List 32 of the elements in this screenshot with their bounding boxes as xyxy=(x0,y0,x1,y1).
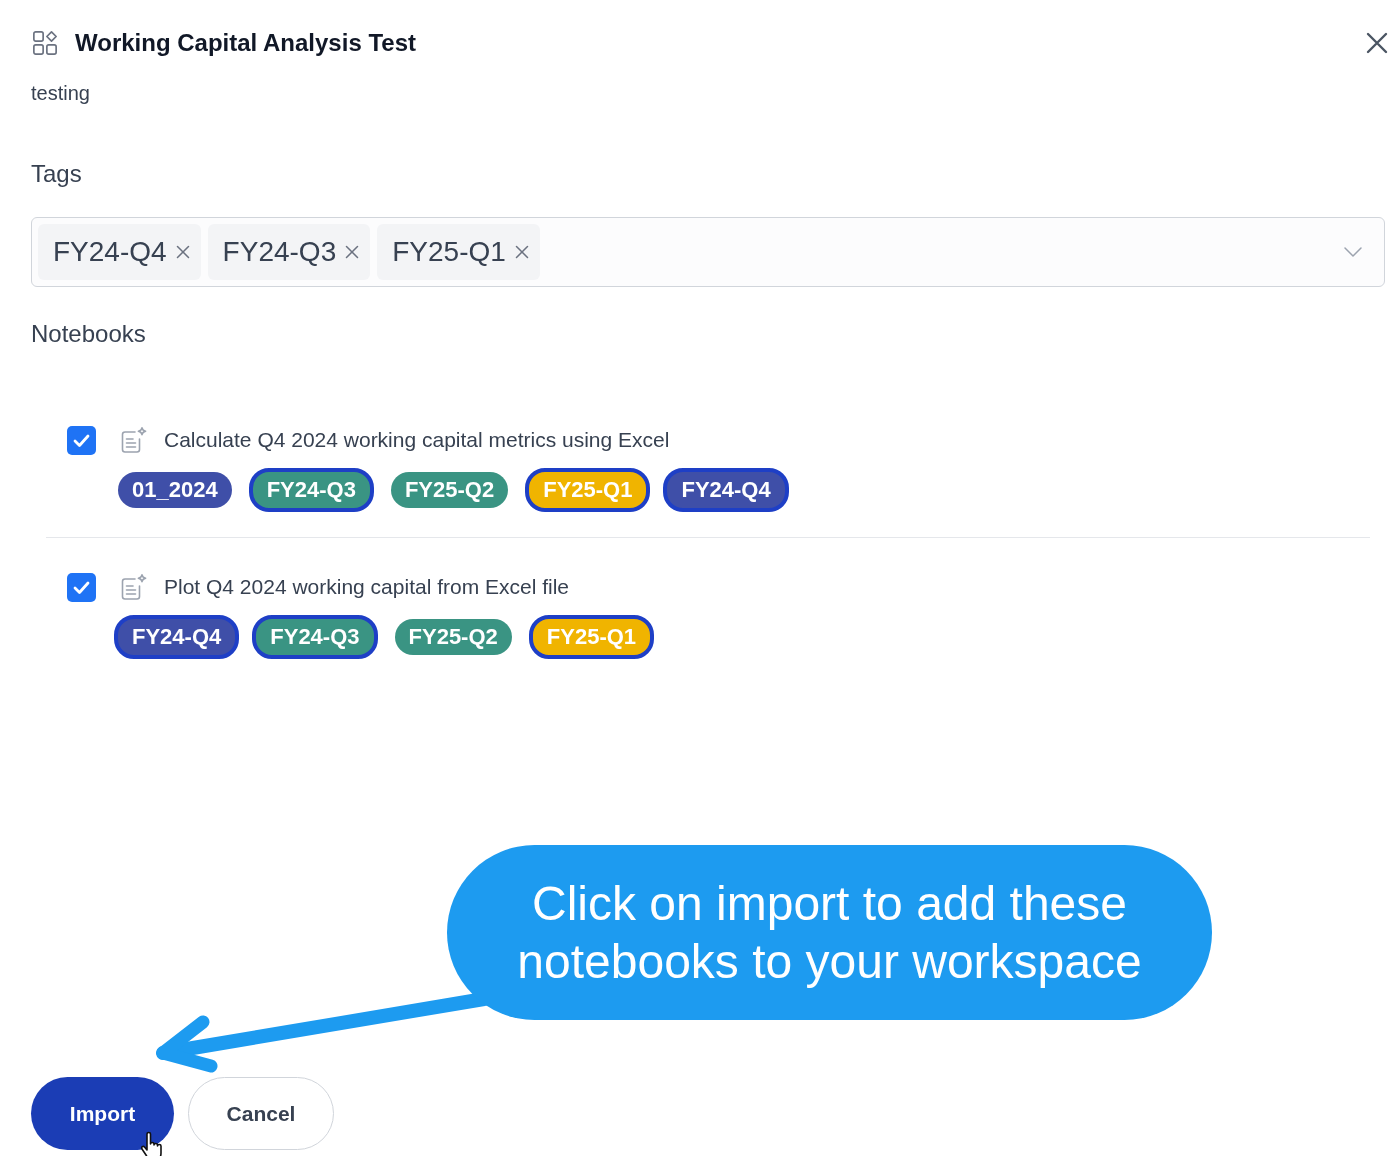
tag-pill: FY25-Q2 xyxy=(394,619,512,655)
tag-chip-label: FY24-Q4 xyxy=(53,236,167,268)
notebook-title: Calculate Q4 2024 working capital metrics using Excel xyxy=(164,427,670,453)
tag-chip-label: FY25-Q1 xyxy=(392,236,506,268)
section-label: Tags xyxy=(31,160,82,188)
cancel-button[interactable]: Cancel xyxy=(188,1077,334,1150)
checkbox[interactable] xyxy=(67,425,96,455)
tag-pill: 01_2024 xyxy=(118,472,232,508)
remove-icon[interactable] xyxy=(345,245,360,259)
checkbox[interactable] xyxy=(67,572,96,602)
document-sparkle-icon xyxy=(121,427,147,453)
tag-pill: FY24-Q4 xyxy=(114,615,240,659)
chevron-down-icon[interactable] xyxy=(1344,247,1362,257)
remove-icon[interactable] xyxy=(175,245,190,259)
tag-chip-label: FY24-Q3 xyxy=(222,236,337,268)
tag-pill: FY24-Q3 xyxy=(252,615,378,659)
tag-pill: FY24-Q4 xyxy=(663,468,789,512)
notebook-title: Plot Q4 2024 working capital from Excel file xyxy=(164,574,570,600)
tag-pill: FY25-Q2 xyxy=(390,472,509,508)
tag-pill: FY25-Q1 xyxy=(528,615,655,659)
description-text: testing xyxy=(31,81,90,105)
grid-shapes-icon xyxy=(32,30,58,56)
remove-icon[interactable] xyxy=(514,245,529,259)
callout-bubble: Click on import to add these notebooks to your workspace xyxy=(447,845,1212,1020)
close-icon[interactable] xyxy=(1366,32,1388,54)
dialog-title: Working Capital Analysis Test xyxy=(75,28,416,58)
section-label: Notebooks xyxy=(31,320,146,348)
import-button[interactable]: Import xyxy=(31,1077,174,1150)
document-sparkle-icon xyxy=(121,574,147,600)
tag-pill: FY24-Q3 xyxy=(248,468,374,512)
tag-pill: FY25-Q1 xyxy=(525,468,651,512)
tags-select-field[interactable]: FY24-Q4 FY24-Q3 FY25-Q1 xyxy=(31,217,1385,287)
